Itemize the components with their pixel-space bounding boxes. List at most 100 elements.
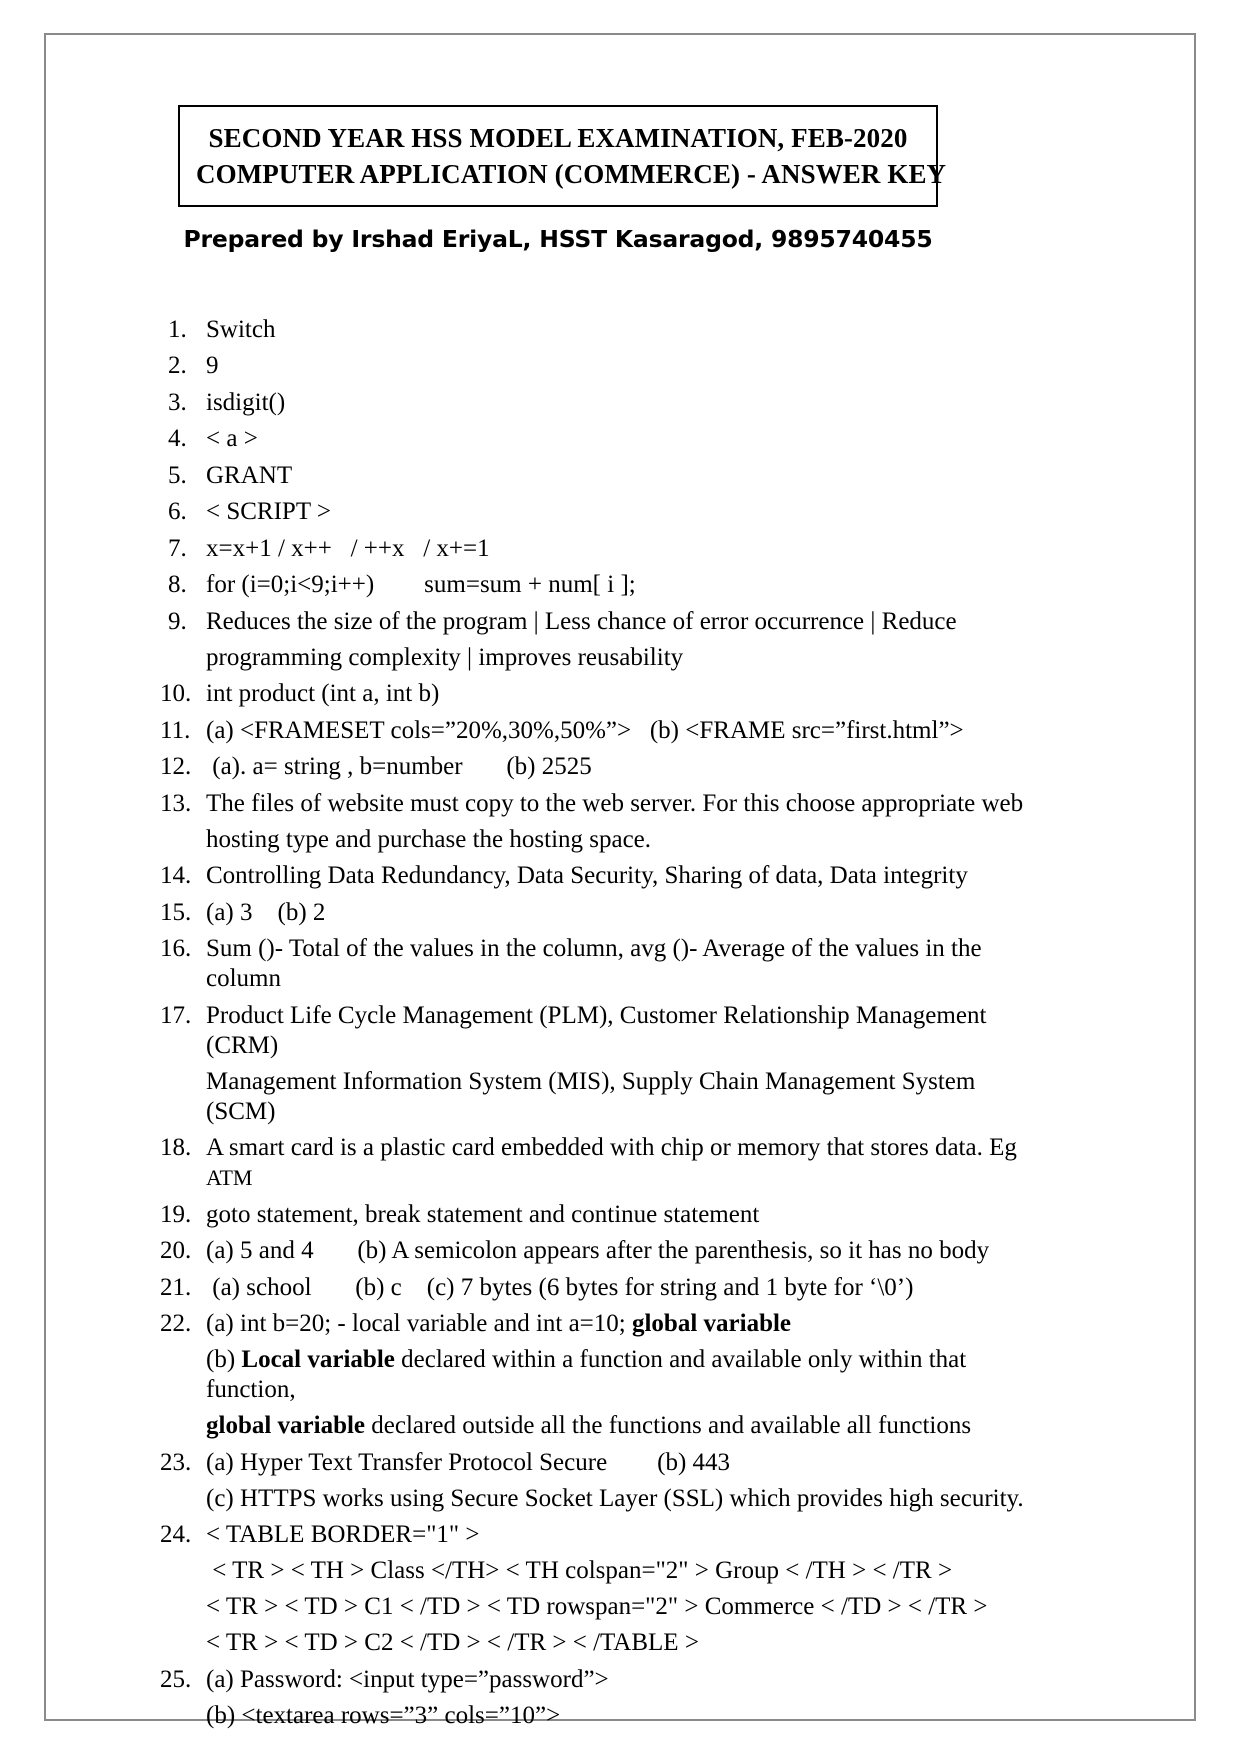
answer-number: 14.: [160, 862, 192, 890]
answer-number: 5.: [168, 461, 187, 489]
answer-item: 1. Switch: [160, 315, 1030, 345]
answer-number: 10.: [160, 680, 192, 708]
answer-line: (a) Password: <input type=”password”>: [206, 1665, 609, 1693]
answer-line: Management Information System (MIS), Sup…: [206, 1067, 982, 1125]
answer-item: 13. The files of website must copy to the…: [160, 789, 1030, 855]
document-content: SECOND YEAR HSS MODEL EXAMINATION, FEB-2…: [150, 105, 1030, 1747]
answer-text: < TABLE BORDER="1" > < TR > < TH > Class…: [206, 1520, 1030, 1658]
answer-number: 22.: [160, 1310, 192, 1338]
answer-text: (a) 3 (b) 2: [206, 898, 1030, 928]
answer-text: < a >: [206, 424, 1030, 454]
answer-number: 1.: [168, 315, 187, 343]
answer-item: 20. (a) 5 and 4 (b) A semicolon appears a…: [160, 1236, 1030, 1266]
answer-item: 21. (a) school (b) c (c) 7 bytes (6 byte…: [160, 1273, 1030, 1303]
answer-line: < TABLE BORDER="1" >: [206, 1521, 480, 1549]
answer-item: 3. isdigit(): [160, 388, 1030, 418]
answer-number: 11.: [160, 716, 191, 744]
answer-text: The files of website must copy to the we…: [206, 789, 1030, 855]
answer-number: 25.: [160, 1665, 192, 1693]
answer-text: 9: [206, 351, 1030, 381]
answer-item: 17. Product Life Cycle Management (PLM), …: [160, 1001, 1030, 1127]
answer-text: (a) Password: <input type=”password”> (b)…: [206, 1665, 1030, 1731]
answer-item: 11. (a) <FRAMESET cols=”20%,30%,50%”> (b)…: [160, 716, 1030, 746]
answer-line: Sum ()- Total of the values in the colum…: [206, 935, 988, 993]
answer-number: 9.: [168, 607, 187, 635]
answer-line: global variable declared outside all the…: [206, 1412, 972, 1440]
answer-item: 2. 9: [160, 351, 1030, 381]
answer-number: 21.: [160, 1273, 192, 1301]
answer-number: 6.: [168, 498, 187, 526]
answer-number: 24.: [160, 1521, 192, 1549]
answer-text: Reduces the size of the program | Less c…: [206, 607, 1030, 673]
answer-line: programming complexity | improves reusab…: [206, 643, 684, 671]
answer-line: (a) Hyper Text Transfer Protocol Secure …: [206, 1448, 731, 1476]
answer-text: Controlling Data Redundancy, Data Securi…: [206, 861, 1030, 891]
answer-line: < a >: [206, 425, 258, 453]
answer-line: goto statement, break statement and cont…: [206, 1200, 760, 1228]
answer-item: 5. GRANT: [160, 461, 1030, 491]
answer-text: goto statement, break statement and cont…: [206, 1200, 1030, 1230]
answer-line: (a) 5 and 4 (b) A semicolon appears afte…: [206, 1237, 990, 1265]
answer-line: < TR > < TD > C2 < /TD > < /TR > < /TABL…: [206, 1629, 699, 1657]
answer-line: x=x+1 / x++ / ++x / x+=1: [206, 534, 490, 562]
answer-text: Sum ()- Total of the values in the colum…: [206, 934, 1030, 994]
answer-item: 25. (a) Password: <input type=”password”>…: [160, 1665, 1030, 1731]
answer-text: (a) school (b) c (c) 7 bytes (6 bytes fo…: [206, 1273, 1030, 1303]
answer-text: < SCRIPT >: [206, 497, 1030, 527]
answer-text: (a) <FRAMESET cols=”20%,30%,50%”> (b) <F…: [206, 716, 1030, 746]
answer-text: isdigit(): [206, 388, 1030, 418]
prepared-by-line: Prepared by Irshad EriyaL, HSST Kasarago…: [183, 224, 933, 253]
answer-item: 8. for (i=0;i<9;i++) sum=sum + num[ i ];: [160, 570, 1030, 600]
answer-line: Controlling Data Redundancy, Data Securi…: [206, 862, 968, 890]
answer-line: < TR > < TD > C1 < /TD > < TD rowspan="2…: [206, 1593, 988, 1621]
answer-item: 10. int product (int a, int b): [160, 679, 1030, 709]
answer-number: 16.: [160, 935, 192, 963]
answer-line: (c) HTTPS works using Secure Socket Laye…: [206, 1484, 1024, 1512]
answer-text: (a) Hyper Text Transfer Protocol Secure …: [206, 1448, 1030, 1514]
answer-item: 6. < SCRIPT >: [160, 497, 1030, 527]
answer-line: The files of website must copy to the we…: [206, 789, 1024, 817]
answer-line: (a). a= string , b=number (b) 2525: [206, 753, 592, 781]
answer-line: (a) school (b) c (c) 7 bytes (6 bytes fo…: [206, 1273, 914, 1301]
answer-number: 7.: [168, 534, 187, 562]
answer-item: 24. < TABLE BORDER="1" > < TR > < TH > Cl…: [160, 1520, 1030, 1658]
answer-line: Reduces the size of the program | Less c…: [206, 607, 957, 635]
answer-item: 19. goto statement, break statement and c…: [160, 1200, 1030, 1230]
answer-number: 2.: [168, 352, 187, 380]
answer-item: 9. Reduces the size of the program | Less…: [160, 607, 1030, 673]
answer-line: Switch: [206, 315, 276, 343]
answer-text: (a) int b=20; - local variable and int a…: [206, 1309, 1030, 1441]
answer-item: 16. Sum ()- Total of the values in the co…: [160, 934, 1030, 994]
answer-number: 19.: [160, 1200, 192, 1228]
answer-item: 15. (a) 3 (b) 2: [160, 898, 1030, 928]
answer-key-page: SECOND YEAR HSS MODEL EXAMINATION, FEB-2…: [0, 0, 1241, 1754]
answer-line: < TR > < TH > Class </TH> < TH colspan="…: [206, 1557, 953, 1585]
answer-line: GRANT: [206, 461, 293, 489]
answer-number: 8.: [168, 571, 187, 599]
answer-line: Product Life Cycle Management (PLM), Cus…: [206, 1001, 993, 1059]
answer-text: x=x+1 / x++ / ++x / x+=1: [206, 534, 1030, 564]
answer-line: (b) <textarea rows=”3” cols=”10”>: [206, 1701, 561, 1729]
answer-list: 1. Switch 2. 9 3. isdigit() 4. < a >5. GRANT 6. < …: [160, 315, 1030, 1731]
answer-text: Switch: [206, 315, 1030, 345]
answer-number: 12.: [160, 753, 192, 781]
answer-text: int product (int a, int b): [206, 679, 1030, 709]
answer-item: 4. < a >: [160, 424, 1030, 454]
answer-text: for (i=0;i<9;i++) sum=sum + num[ i ];: [206, 570, 1030, 600]
answer-item: 23. (a) Hyper Text Transfer Protocol Secu…: [160, 1448, 1030, 1514]
answer-item: 22. (a) int b=20; - local variable and in…: [160, 1309, 1030, 1441]
exam-title-line-2: COMPUTER APPLICATION (COMMERCE) - ANSWER…: [196, 158, 947, 189]
answer-text: Product Life Cycle Management (PLM), Cus…: [206, 1001, 1030, 1127]
answer-line: < SCRIPT >: [206, 498, 331, 526]
answer-line: 9: [206, 352, 219, 380]
answer-line: (b) Local variable declared within a fun…: [206, 1346, 973, 1404]
answer-number: 4.: [168, 425, 187, 453]
answer-number: 23.: [160, 1448, 192, 1476]
answer-line: isdigit(): [206, 388, 286, 416]
exam-title-line-1: SECOND YEAR HSS MODEL EXAMINATION, FEB-2…: [208, 123, 908, 153]
answer-line: (a) <FRAMESET cols=”20%,30%,50%”> (b) <F…: [206, 716, 964, 744]
answer-number: 17.: [160, 1001, 192, 1029]
answer-number: 3.: [168, 388, 187, 416]
answer-text: A smart card is a plastic card embedded …: [206, 1133, 1030, 1193]
answer-line: (a) int b=20; - local variable and int a…: [206, 1310, 792, 1338]
